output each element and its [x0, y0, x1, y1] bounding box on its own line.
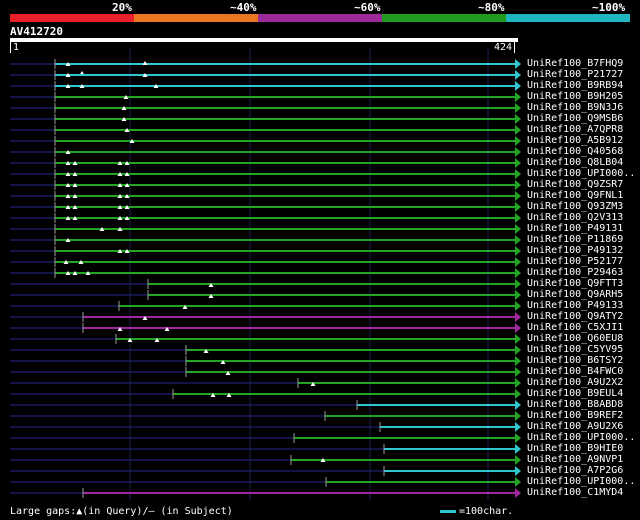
hit-label-19[interactable]: UniRef100_P29463	[527, 267, 623, 278]
hit-12-end-arrow	[515, 191, 521, 201]
hit-label-32[interactable]: UniRef100_B9REF2	[527, 410, 623, 421]
hit-3-end-arrow	[515, 92, 521, 102]
hit-32-end-arrow	[515, 411, 521, 421]
hit-label-33[interactable]: UniRef100_A9U2X6	[527, 421, 623, 432]
hit-2-end-arrow	[515, 81, 521, 91]
hit-label-27[interactable]: UniRef100_B6TSY2	[527, 355, 623, 366]
hit-label-15[interactable]: UniRef100_P49131	[527, 223, 623, 234]
hit-26-end-arrow	[515, 345, 521, 355]
hit-label-8[interactable]: UniRef100_Q40568	[527, 146, 623, 157]
hit-label-10[interactable]: UniRef100_UPI000..	[527, 168, 635, 179]
hit-label-13[interactable]: UniRef100_Q93ZM3	[527, 201, 623, 212]
hit-label-25[interactable]: UniRef100_Q60EU8	[527, 333, 623, 344]
hit-23-end-arrow	[515, 312, 521, 322]
hit-label-4[interactable]: UniRef100_B9N3J6	[527, 102, 623, 113]
hit-17-end-arrow	[515, 246, 521, 256]
hit-9-end-arrow	[515, 158, 521, 168]
hit-label-29[interactable]: UniRef100_A9U2X2	[527, 377, 623, 388]
hit-label-39[interactable]: UniRef100_C1MYD4	[527, 487, 623, 498]
large-gaps-legend: Large gaps:▲(in Query)/– (in Subject)	[10, 506, 233, 517]
hit-19-end-arrow	[515, 268, 521, 278]
hit-label-18[interactable]: UniRef100_P52177	[527, 256, 623, 267]
hit-14-end-arrow	[515, 213, 521, 223]
scale-bar-label: =100char.	[459, 506, 514, 517]
hit-label-21[interactable]: UniRef100_Q9ARH5	[527, 289, 623, 300]
hit-label-6[interactable]: UniRef100_A7QPR8	[527, 124, 623, 135]
hit-label-11[interactable]: UniRef100_Q9ZSR7	[527, 179, 623, 190]
hit-22-end-arrow	[515, 301, 521, 311]
hit-label-31[interactable]: UniRef100_B8ABD8	[527, 399, 623, 410]
hit-label-0[interactable]: UniRef100_B7FHQ9	[527, 58, 623, 69]
hit-13-end-arrow	[515, 202, 521, 212]
hit-31-end-arrow	[515, 400, 521, 410]
hit-label-14[interactable]: UniRef100_Q2V313	[527, 212, 623, 223]
hit-label-1[interactable]: UniRef100_P21727	[527, 69, 623, 80]
hit-label-3[interactable]: UniRef100_B9H205	[527, 91, 623, 102]
hit-label-2[interactable]: UniRef100_B9RB94	[527, 80, 623, 91]
hit-label-36[interactable]: UniRef100_A9NVP1	[527, 454, 623, 465]
hit-label-12[interactable]: UniRef100_Q9FNL1	[527, 190, 623, 201]
hit-36-end-arrow	[515, 455, 521, 465]
hit-1-end-arrow	[515, 70, 521, 80]
hit-28-end-arrow	[515, 367, 521, 377]
hit-label-5[interactable]: UniRef100_Q9MSB6	[527, 113, 623, 124]
hit-34-end-arrow	[515, 433, 521, 443]
hit-label-38[interactable]: UniRef100_UPI000..	[527, 476, 635, 487]
hit-38-end-arrow	[515, 477, 521, 487]
hit-37-end-arrow	[515, 466, 521, 476]
hit-33-end-arrow	[515, 422, 521, 432]
hit-20-end-arrow	[515, 279, 521, 289]
hit-label-28[interactable]: UniRef100_B4FWC0	[527, 366, 623, 377]
hit-label-23[interactable]: UniRef100_Q9ATY2	[527, 311, 623, 322]
hit-6-end-arrow	[515, 125, 521, 135]
hit-27-end-arrow	[515, 356, 521, 366]
hit-21-end-arrow	[515, 290, 521, 300]
hit-label-22[interactable]: UniRef100_P49133	[527, 300, 623, 311]
hit-5-end-arrow	[515, 114, 521, 124]
hit-24-end-arrow	[515, 323, 521, 333]
hit-30-end-arrow	[515, 389, 521, 399]
hit-label-37[interactable]: UniRef100_A7P2G6	[527, 465, 623, 476]
hit-label-16[interactable]: UniRef100_P11869	[527, 234, 623, 245]
hit-16-end-arrow	[515, 235, 521, 245]
scale-bar-legend: =100char.	[440, 506, 513, 517]
hit-15-end-arrow	[515, 224, 521, 234]
hit-18-end-arrow	[515, 257, 521, 267]
hit-8-end-arrow	[515, 147, 521, 157]
hit-35-end-arrow	[515, 444, 521, 454]
hit-11-end-arrow	[515, 180, 521, 190]
hit-10-end-arrow	[515, 169, 521, 179]
hit-label-7[interactable]: UniRef100_A5B912	[527, 135, 623, 146]
hit-25-end-arrow	[515, 334, 521, 344]
scale-bar-swatch	[440, 509, 456, 513]
hit-label-34[interactable]: UniRef100_UPI000..	[527, 432, 635, 443]
hit-label-35[interactable]: UniRef100_B9HIE0	[527, 443, 623, 454]
hit-label-9[interactable]: UniRef100_Q8LB04	[527, 157, 623, 168]
hit-label-26[interactable]: UniRef100_C5YV95	[527, 344, 623, 355]
hit-0-end-arrow	[515, 59, 521, 69]
hit-29-end-arrow	[515, 378, 521, 388]
hit-label-20[interactable]: UniRef100_Q9FTT3	[527, 278, 623, 289]
hit-label-30[interactable]: UniRef100_B9EUL4	[527, 388, 623, 399]
hit-label-24[interactable]: UniRef100_C5XJI1	[527, 322, 623, 333]
hit-4-end-arrow	[515, 103, 521, 113]
hit-7-end-arrow	[515, 136, 521, 146]
hit-label-17[interactable]: UniRef100_P49132	[527, 245, 623, 256]
hit-39-end-arrow	[515, 488, 521, 498]
